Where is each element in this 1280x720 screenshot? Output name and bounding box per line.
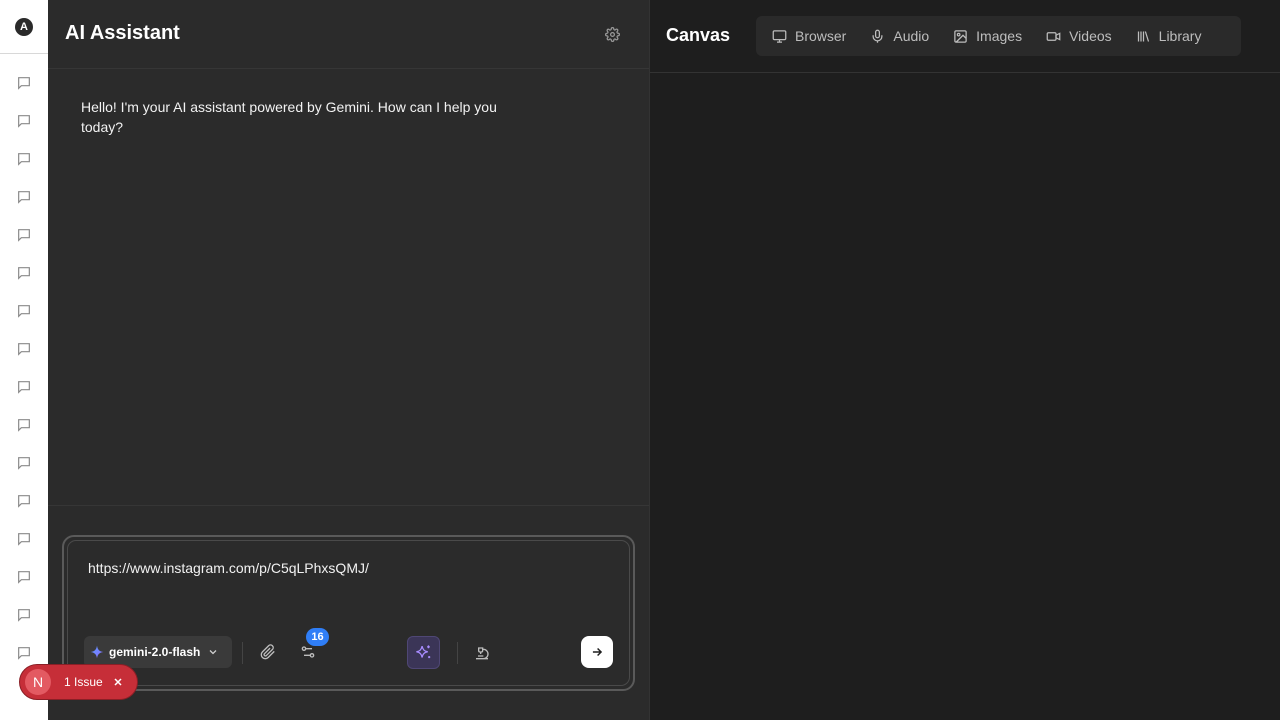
tab-label: Images	[976, 28, 1023, 44]
chat-panel: AI Assistant Hello! I'm your AI assistan…	[48, 0, 649, 720]
chat-bubble-icon	[18, 115, 30, 128]
logo-letter: A	[15, 17, 33, 36]
chat-bubble-icon	[18, 419, 30, 432]
chat-bubble-icon	[18, 77, 30, 90]
microscope-icon	[476, 647, 489, 660]
issue-toast[interactable]: N 1 Issue	[19, 664, 138, 700]
conversation-item[interactable]	[0, 406, 48, 444]
conversation-item[interactable]	[0, 558, 48, 596]
conversation-item[interactable]	[0, 254, 48, 292]
app-logo[interactable]: A	[0, 0, 48, 54]
issue-letter: N	[32, 674, 44, 690]
microphone-icon	[872, 29, 883, 43]
chat-bubble-icon	[18, 571, 30, 584]
tab-library[interactable]: Library	[1136, 28, 1202, 44]
image-icon	[954, 29, 967, 43]
tab-images[interactable]: Images	[953, 28, 1022, 44]
tab-label: Videos	[1069, 28, 1112, 44]
model-label: gemini-2.0-flash	[109, 645, 201, 659]
assistant-message: Hello! I'm your AI assistant powered by …	[81, 99, 497, 135]
sparkles-icon	[416, 645, 431, 659]
video-icon	[1046, 31, 1061, 41]
tab-videos[interactable]: Videos	[1046, 28, 1112, 44]
chat-bubble-icon	[18, 647, 30, 660]
canvas-tabs: Browser Audio Images Videos Library	[756, 16, 1241, 56]
chat-bubble-icon	[18, 305, 30, 318]
chevron-down-icon	[209, 650, 217, 655]
conversation-item[interactable]	[0, 178, 48, 216]
canvas-title: Canvas	[666, 25, 731, 45]
chat-bubble-icon	[18, 533, 30, 546]
send-button[interactable]	[581, 636, 613, 668]
gemini-sparkle-icon	[90, 645, 104, 659]
tab-browser[interactable]: Browser	[772, 28, 846, 44]
canvas-header: Canvas Browser Audio Images Videos Libra…	[650, 0, 1280, 73]
conversation-item[interactable]	[0, 482, 48, 520]
conversation-item[interactable]	[0, 520, 48, 558]
chat-bubble-icon	[18, 191, 30, 204]
close-icon	[114, 678, 122, 686]
conversation-item[interactable]	[0, 444, 48, 482]
chat-bubble-icon	[18, 609, 30, 622]
research-button[interactable]	[470, 640, 494, 664]
conversation-item[interactable]	[0, 596, 48, 634]
toolbar-divider	[457, 642, 458, 664]
message-list: Hello! I'm your AI assistant powered by …	[48, 70, 649, 506]
conversation-item[interactable]	[0, 140, 48, 178]
chat-bubble-icon	[18, 153, 30, 166]
tab-label: Library	[1158, 28, 1202, 44]
conversation-item[interactable]	[0, 102, 48, 140]
tab-label: Browser	[795, 28, 847, 44]
message-input[interactable]: https://www.instagram.com/p/C5qLPhxsQMJ/	[88, 560, 369, 576]
chat-title: AI Assistant	[65, 22, 180, 44]
gear-icon	[604, 26, 620, 42]
chat-bubble-icon	[18, 457, 30, 470]
tab-label: Audio	[893, 28, 930, 44]
close-issue-button[interactable]	[111, 675, 125, 689]
chat-bubble-icon	[18, 267, 30, 280]
canvas-panel: Canvas Browser Audio Images Videos Libra…	[649, 0, 1280, 720]
settings-button[interactable]	[602, 24, 622, 44]
conversation-item[interactable]	[0, 368, 48, 406]
chat-bubble-icon	[18, 343, 30, 356]
conversation-item[interactable]	[0, 292, 48, 330]
issue-label: 1 Issue	[64, 675, 103, 689]
tools-count-badge: 16	[306, 628, 329, 646]
library-icon	[1137, 30, 1149, 42]
conversation-item[interactable]	[0, 216, 48, 254]
next-logo-icon: N	[25, 669, 51, 695]
magic-enhance-button[interactable]	[407, 636, 440, 669]
paperclip-icon	[260, 644, 275, 660]
chat-bubble-icon	[18, 229, 30, 242]
chat-bubble-icon	[18, 495, 30, 508]
left-rail: A	[0, 0, 48, 720]
conversation-item[interactable]	[0, 330, 48, 368]
monitor-icon	[772, 29, 787, 43]
conversation-list	[0, 64, 48, 672]
tab-audio[interactable]: Audio	[870, 28, 929, 44]
chat-header: AI Assistant	[48, 0, 649, 69]
toolbar-divider	[242, 642, 243, 664]
chat-bubble-icon	[18, 381, 30, 394]
message-composer: https://www.instagram.com/p/C5qLPhxsQMJ/…	[62, 535, 635, 691]
tools-route-icon	[301, 646, 315, 658]
arrow-right-icon	[592, 647, 603, 657]
attach-button[interactable]	[256, 640, 280, 664]
conversation-item[interactable]	[0, 64, 48, 102]
